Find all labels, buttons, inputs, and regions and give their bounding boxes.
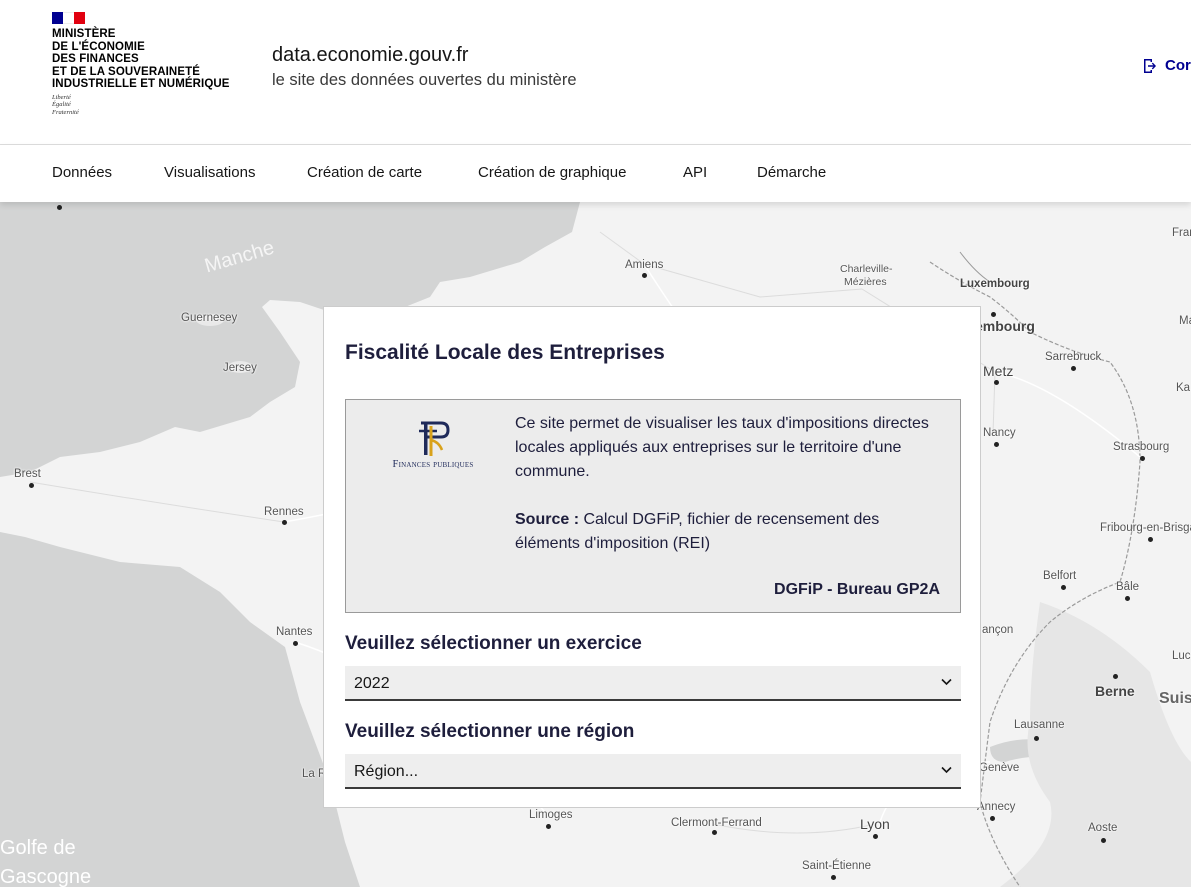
ministry-line: de l'Économie [52, 40, 145, 53]
panel-author: DGFiP - Bureau GP2A [774, 581, 940, 598]
motto-line: Fraternité [52, 108, 79, 116]
map-label-city: Nantes [276, 626, 313, 638]
region-value: Région... [354, 763, 419, 780]
ministry-line: et de la Souveraineté [52, 65, 200, 78]
panel-source: Source : Calcul DGFiP, fichier de recens… [515, 508, 935, 556]
map-label-city: Sarrebruck [1045, 351, 1102, 363]
region-label: Veuillez sélectionner une région [345, 721, 635, 742]
map-label-city: Brest [14, 468, 41, 480]
map-city-dot [282, 520, 287, 525]
map-label-city: Nancy [983, 427, 1016, 439]
map-label-city: Ma [1179, 315, 1191, 327]
motto-line: Égalité [52, 101, 71, 108]
map-label-city: Lyon [860, 816, 890, 832]
map-label-country: Fran [1172, 227, 1191, 239]
map-label-city: Guernesey [181, 312, 238, 324]
nav-item-demarche[interactable]: Démarche [757, 164, 826, 181]
region-select[interactable]: Région... [345, 754, 961, 789]
exercice-select[interactable]: 2022 [345, 666, 961, 701]
map-city-dot [1101, 838, 1106, 843]
map-city-dot [990, 816, 995, 821]
map-city-dot [1113, 674, 1118, 679]
ministry-line: industrielle et numérique [52, 78, 230, 90]
finances-publiques-logo-icon [419, 421, 450, 456]
panel-description: Ce site permet de visualiser les taux d'… [515, 415, 929, 480]
map-city-dot [1140, 456, 1145, 461]
map-label-city: Fribourg-en-Brisga [1100, 522, 1191, 534]
connect-label: Cor [1165, 57, 1191, 74]
exercice-value: 2022 [354, 675, 390, 692]
motto-line: Liberté [52, 93, 71, 101]
map-city-dot [29, 483, 34, 488]
map-city-dot [1034, 736, 1039, 741]
map-label-city: Limoges [529, 809, 573, 821]
nav-item-visualisations[interactable]: Visualisations [164, 164, 255, 181]
nav-item-creation-graphique[interactable]: Création de graphique [478, 164, 626, 181]
map-city-dot [1071, 366, 1076, 371]
map-city-dot [57, 205, 62, 210]
map-label-city: Amiens [625, 259, 664, 271]
map-city-dot [293, 641, 298, 646]
site-tagline: le site des données ouvertes du ministèr… [272, 71, 577, 89]
map-label-city: Strasbourg [1113, 441, 1170, 453]
map-label-sea: Gascogne [0, 866, 92, 887]
marianne-flag-icon [52, 12, 85, 24]
map-label-city: Charleville- [840, 263, 893, 275]
connect-button[interactable]: Cor [1141, 57, 1191, 74]
ministry-line: Ministère [52, 28, 116, 40]
source-label: Source : [515, 511, 580, 528]
map-city-dot [831, 875, 836, 880]
map-city-dot [546, 824, 551, 829]
map-label-sea: Golfe de [0, 837, 76, 859]
map-label-city: Mézières [844, 276, 887, 288]
map-label-city: Berne [1095, 683, 1135, 699]
finances-publiques-text: Finances publiques [392, 459, 474, 470]
map-label-city: Saint-Étienne [802, 860, 872, 872]
info-panel: Fiscalité Locale des Entreprises Finance… [323, 306, 981, 808]
info-box: Finances publiques Ce site permet de vis… [345, 399, 961, 613]
map-label-country: Suis [1159, 690, 1191, 707]
map-label-city: Lausanne [1014, 719, 1065, 731]
ministry-line: des Finances [52, 53, 139, 65]
map-label-city: Genève [979, 762, 1020, 774]
site-header: Ministère de l'Économie des Finances et … [0, 0, 1191, 145]
map-label-city: Belfort [1043, 570, 1077, 582]
map-label-city: Metz [983, 363, 1014, 379]
map-label-region: embourg [975, 318, 1035, 334]
exercice-label: Veuillez sélectionner un exercice [345, 633, 642, 654]
map-city-dot [1125, 596, 1130, 601]
map-city-dot [994, 380, 999, 385]
panel-title: Fiscalité Locale des Entreprises [345, 341, 665, 364]
map-city-dot [1148, 537, 1153, 542]
map-label-city: Luc [1172, 650, 1191, 662]
map-city-dot [1061, 585, 1066, 590]
chevron-down-icon [941, 678, 952, 686]
map-label-city: Rennes [264, 506, 304, 518]
ministry-logo[interactable]: Ministère de l'Économie des Finances et … [52, 12, 252, 116]
map-label-city: ançon [982, 624, 1014, 636]
map-label-city: Luxembourg [960, 278, 1030, 290]
main-nav: Données Visualisations Création de carte… [0, 145, 1191, 202]
map-city-dot [991, 312, 996, 317]
nav-item-api[interactable]: API [683, 164, 707, 181]
map-city-dot [712, 830, 717, 835]
republic-motto: Liberté Égalité Fraternité [52, 94, 252, 117]
map-label-city: Clermont-Ferrand [671, 817, 762, 829]
chevron-down-icon [941, 766, 952, 774]
map-label-city: Bâle [1116, 581, 1140, 593]
map-label-city: Ka [1176, 382, 1191, 394]
login-icon [1144, 58, 1156, 73]
site-title[interactable]: data.economie.gouv.fr [272, 44, 468, 67]
map-city-dot [873, 834, 878, 839]
map-label-city: Aoste [1088, 822, 1118, 834]
nav-item-donnees[interactable]: Données [52, 164, 112, 181]
map-city-dot [642, 273, 647, 278]
map-city-dot [994, 442, 999, 447]
nav-item-creation-carte[interactable]: Création de carte [307, 164, 422, 181]
map-label-city: Jersey [223, 362, 257, 374]
finances-publiques-logo: Finances publiques [378, 420, 488, 476]
ministry-name: Ministère de l'Économie des Finances et … [52, 28, 252, 91]
map-label-city: Annecy [977, 801, 1016, 813]
